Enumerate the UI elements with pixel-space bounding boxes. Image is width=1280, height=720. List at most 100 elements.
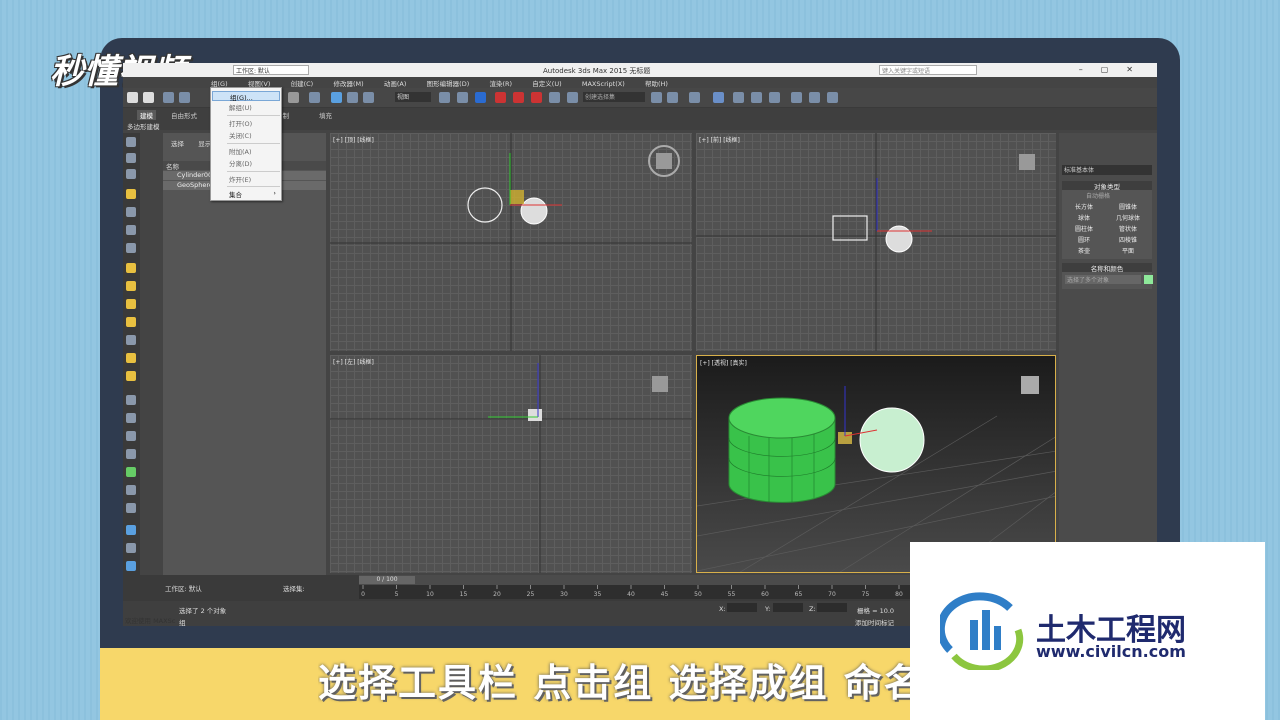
keyboard-shortcut-icon[interactable]	[475, 92, 486, 103]
menu-item-ungroup[interactable]: 解组(U)	[212, 102, 280, 112]
object-color-swatch[interactable]	[1144, 275, 1153, 284]
plane-button[interactable]: 平面	[1108, 246, 1148, 255]
object-type-header[interactable]: 对象类型	[1062, 181, 1152, 191]
name-color-header[interactable]: 名称和颜色	[1062, 263, 1152, 273]
cylinder-button[interactable]: 圆柱体	[1064, 224, 1104, 233]
workspace-selector[interactable]: 工作区: 默认	[165, 583, 202, 593]
curve-editor-icon[interactable]	[733, 92, 744, 103]
x-coord-field[interactable]	[727, 603, 757, 612]
display-icon[interactable]	[126, 225, 136, 235]
torus-icon[interactable]	[126, 299, 136, 309]
schematic-view-icon[interactable]	[751, 92, 762, 103]
viewport-left[interactable]: [+] [左] [线框]	[330, 355, 692, 573]
modify-icon[interactable]	[126, 153, 136, 163]
hierarchy-icon[interactable]	[126, 169, 136, 179]
object-name-input[interactable]: 选择了多个对象	[1065, 275, 1141, 284]
menu-create[interactable]: 创建(C)	[291, 78, 314, 88]
autogrid-checkbox[interactable]: 自动栅格	[1086, 191, 1110, 200]
sphere-button[interactable]: 球体	[1064, 213, 1104, 222]
menu-graph-editors[interactable]: 图形编辑器(D)	[427, 78, 470, 88]
people-icon[interactable]	[126, 431, 136, 441]
window-controls[interactable]: –▢✕	[1079, 65, 1151, 74]
viewport-front[interactable]: [+] [前] [线框]	[696, 133, 1056, 351]
sphere-icon[interactable]	[126, 281, 136, 291]
explorer-tab-select[interactable]: 选择	[171, 138, 184, 148]
workspace-dropdown[interactable]: 工作区: 默认	[233, 65, 309, 75]
scale-icon[interactable]	[363, 92, 374, 103]
menu-rendering[interactable]: 渲染(R)	[489, 78, 512, 88]
wand-icon[interactable]	[126, 395, 136, 405]
link-icon[interactable]	[163, 92, 174, 103]
menu-modifiers[interactable]: 修改器(M)	[333, 78, 363, 88]
tree-icon[interactable]	[126, 467, 136, 477]
window-crossing-icon[interactable]	[309, 92, 320, 103]
menu-item-group[interactable]: 组(G)...	[212, 91, 280, 102]
percent-snap-icon[interactable]	[531, 92, 542, 103]
render-setup-icon[interactable]	[791, 92, 802, 103]
named-selection-dropdown[interactable]: 创建选择集	[583, 92, 645, 102]
undo-icon[interactable]	[127, 92, 138, 103]
menu-item-detach[interactable]: 分离(D)	[212, 158, 280, 168]
utilities-icon[interactable]	[126, 243, 136, 253]
cone-button[interactable]: 圆锥体	[1108, 202, 1148, 211]
rendered-frame-icon[interactable]	[809, 92, 820, 103]
select-manipulate-icon[interactable]	[457, 92, 468, 103]
menu-item-assembly[interactable]: 集合 ›	[212, 189, 280, 199]
tab-modeling[interactable]: 建模	[137, 110, 156, 120]
move-icon[interactable]	[331, 92, 342, 103]
search-input[interactable]: 键入关键字或短语	[879, 65, 977, 75]
menu-item-close[interactable]: 关闭(C)	[212, 130, 280, 140]
teapot-icon[interactable]	[126, 317, 136, 327]
brush-icon[interactable]	[126, 413, 136, 423]
menu-customize[interactable]: 自定义(U)	[532, 78, 561, 88]
align-icon[interactable]	[667, 92, 678, 103]
hedra-icon[interactable]	[126, 371, 136, 381]
menu-help[interactable]: 帮助(H)	[645, 78, 668, 88]
light-icon[interactable]	[126, 189, 136, 199]
edit-named-selection-icon[interactable]	[567, 92, 578, 103]
box-icon[interactable]	[126, 485, 136, 495]
menu-animation[interactable]: 动画(A)	[384, 78, 407, 88]
layer-manager-icon[interactable]	[689, 92, 700, 103]
maxscript-mini-listener[interactable]: 欢迎使用 MAXSc	[125, 615, 175, 625]
pivot-icon[interactable]	[439, 92, 450, 103]
time-slider-thumb[interactable]: 0 / 100	[359, 576, 415, 584]
sun-icon[interactable]	[126, 353, 136, 363]
menu-item-attach[interactable]: 附加(A)	[212, 146, 280, 156]
select-region-icon[interactable]	[288, 92, 299, 103]
cone-icon[interactable]	[126, 335, 136, 345]
viewport-perspective[interactable]: [+] [透视] [真实]	[696, 355, 1056, 573]
render-icon[interactable]	[126, 543, 136, 553]
create-icon[interactable]	[126, 137, 136, 147]
scene-explorer-icon[interactable]	[713, 92, 724, 103]
shape-icon[interactable]	[126, 263, 136, 273]
menu-item-open[interactable]: 打开(O)	[212, 118, 280, 128]
tube-button[interactable]: 管状体	[1108, 224, 1148, 233]
y-coord-field[interactable]	[773, 603, 803, 612]
viewport-icon[interactable]	[126, 561, 136, 571]
mirror-icon[interactable]	[651, 92, 662, 103]
geosphere-button[interactable]: 几何球体	[1108, 213, 1148, 222]
snaps-toggle-icon[interactable]	[495, 92, 506, 103]
rotate-icon[interactable]	[347, 92, 358, 103]
globe-icon[interactable]	[126, 449, 136, 459]
unlink-icon[interactable]	[179, 92, 190, 103]
spinner-snap-icon[interactable]	[549, 92, 560, 103]
teapot-button[interactable]: 茶壶	[1064, 246, 1104, 255]
torus-button[interactable]: 圆环	[1064, 235, 1104, 244]
angle-snap-icon[interactable]	[513, 92, 524, 103]
render-production-icon[interactable]	[827, 92, 838, 103]
material-sphere-icon[interactable]	[126, 525, 136, 535]
add-time-tag[interactable]: 添加时间标记	[855, 617, 894, 626]
menu-item-explode[interactable]: 炸开(E)	[212, 174, 280, 184]
primitive-type-dropdown[interactable]: 标准基本体	[1062, 165, 1152, 175]
tab-populate[interactable]: 填充	[319, 110, 332, 120]
material-editor-icon[interactable]	[769, 92, 780, 103]
tab-freeform[interactable]: 自由形式	[171, 110, 197, 120]
redo-icon[interactable]	[143, 92, 154, 103]
z-coord-field[interactable]	[817, 603, 847, 612]
reference-coord-dropdown[interactable]: 视图	[395, 92, 431, 102]
puzzle-icon[interactable]	[126, 503, 136, 513]
menu-maxscript[interactable]: MAXScript(X)	[582, 80, 625, 88]
box-button[interactable]: 长方体	[1064, 202, 1104, 211]
